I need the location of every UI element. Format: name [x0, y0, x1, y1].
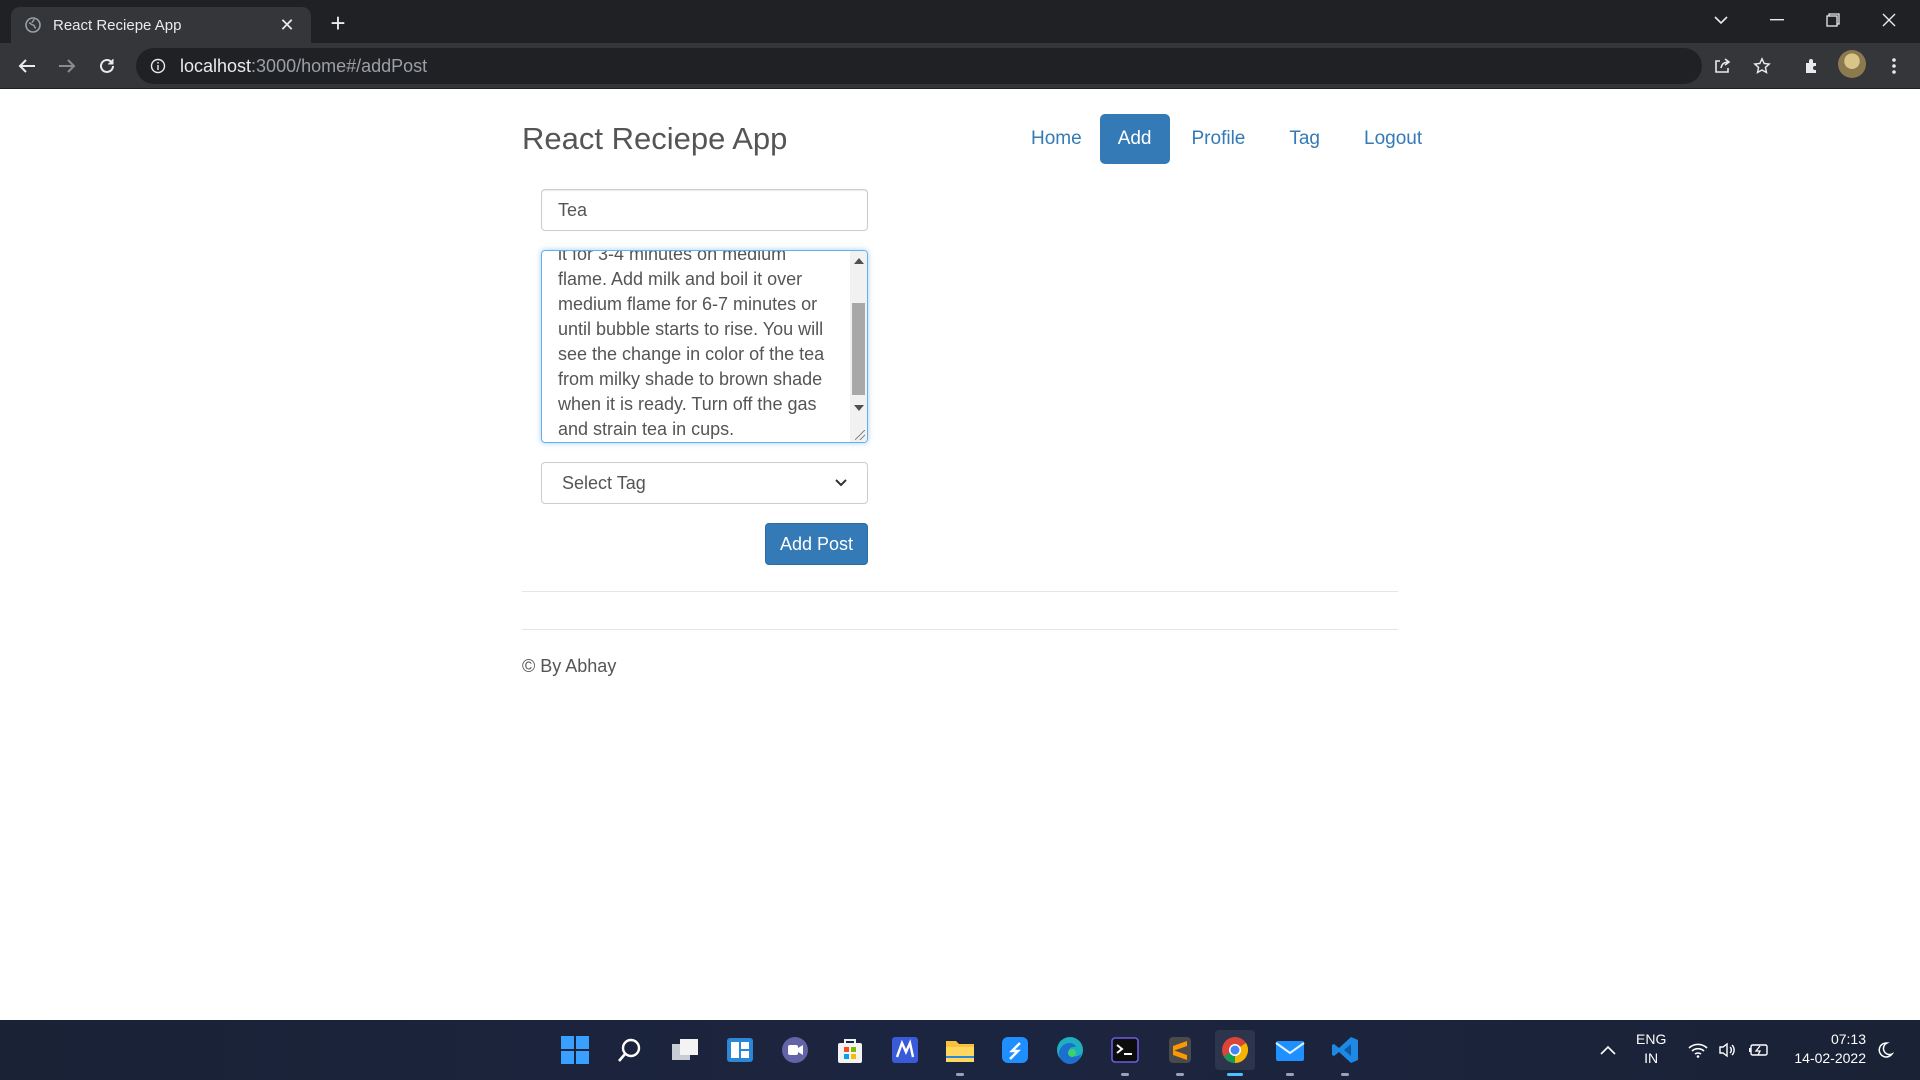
minimize-icon[interactable]: [1749, 0, 1805, 40]
chrome-menu-icon[interactable]: [1878, 50, 1910, 82]
add-post-button[interactable]: Add Post: [765, 523, 868, 565]
back-icon[interactable]: [11, 50, 43, 82]
reload-icon[interactable]: [91, 50, 123, 82]
page-viewport: React Reciepe App Home Add Profile Tag L…: [0, 89, 1920, 1020]
textarea-scrollbar[interactable]: [850, 251, 867, 442]
new-tab-icon[interactable]: +: [322, 8, 354, 40]
scroll-down-arrow-icon[interactable]: [854, 405, 864, 411]
extensions-icon[interactable]: [1796, 50, 1828, 82]
store-icon[interactable]: [830, 1030, 870, 1070]
mail-icon[interactable]: [1270, 1030, 1310, 1076]
focus-assist-icon[interactable]: [1876, 1020, 1894, 1080]
nav-add[interactable]: Add: [1099, 114, 1170, 164]
vscode-icon[interactable]: [1325, 1030, 1365, 1076]
nav-home[interactable]: Home: [1009, 114, 1104, 164]
chevron-down-icon: [835, 479, 847, 487]
show-hidden-icons[interactable]: [1600, 1020, 1616, 1080]
main-nav: Home Add Profile Tag Logout: [1009, 114, 1444, 164]
scroll-up-arrow-icon[interactable]: [854, 258, 864, 264]
edge-icon[interactable]: [1050, 1030, 1090, 1070]
bookmark-star-icon[interactable]: [1746, 50, 1778, 82]
task-view-icon[interactable]: [665, 1030, 705, 1070]
close-tab-icon[interactable]: ✕: [277, 15, 297, 36]
wifi-icon[interactable]: [1688, 1020, 1708, 1080]
nav-tag[interactable]: Tag: [1267, 114, 1342, 164]
chrome-icon[interactable]: [1215, 1030, 1255, 1076]
address-bar[interactable]: localhost:3000/home#/addPost: [136, 48, 1702, 84]
url-host: localhost: [180, 55, 252, 76]
url-path: :3000/home#/addPost: [251, 55, 428, 76]
app-brand[interactable]: React Reciepe App: [522, 121, 787, 157]
app-m-icon[interactable]: [885, 1030, 925, 1070]
nav-profile[interactable]: Profile: [1170, 114, 1268, 164]
site-info-icon[interactable]: [150, 58, 166, 74]
volume-icon[interactable]: [1718, 1020, 1738, 1080]
footer-credit: © By Abhay: [522, 656, 617, 676]
share-icon[interactable]: [1706, 50, 1738, 82]
search-icon[interactable]: [610, 1030, 650, 1070]
scrollbar-thumb[interactable]: [852, 303, 865, 395]
browser-tab[interactable]: React Reciepe App ✕: [11, 7, 311, 43]
description-text: it for 3-4 minutes on medium flame. Add …: [558, 250, 825, 439]
start-icon[interactable]: [555, 1030, 595, 1070]
tag-select-value: Select Tag: [562, 472, 646, 493]
tab-title: React Reciepe App: [53, 16, 182, 34]
browser-tab-strip: React Reciepe App ✕ +: [0, 0, 1920, 43]
language-indicator[interactable]: ENG IN: [1636, 1030, 1666, 1068]
nav-logout[interactable]: Logout: [1342, 114, 1444, 164]
sync-app-icon[interactable]: [995, 1030, 1035, 1070]
close-window-icon[interactable]: [1861, 0, 1917, 40]
profile-avatar[interactable]: [1838, 50, 1866, 78]
teams-chat-icon[interactable]: [775, 1030, 815, 1070]
restore-icon[interactable]: [1805, 0, 1861, 40]
browser-toolbar: localhost:3000/home#/addPost: [0, 43, 1920, 89]
system-clock[interactable]: 07:13 14-02-2022: [1784, 1030, 1866, 1068]
description-textarea[interactable]: it for 3-4 minutes on medium flame. Add …: [541, 250, 868, 443]
file-explorer-icon[interactable]: [940, 1030, 980, 1076]
globe-icon: [25, 17, 41, 33]
resize-handle-icon[interactable]: [855, 430, 865, 440]
divider: [522, 629, 1398, 630]
tab-search-icon[interactable]: [1693, 0, 1749, 40]
taskbar: ENG IN 07:13 14-02-2022: [0, 1020, 1920, 1080]
terminal-icon[interactable]: [1105, 1030, 1145, 1076]
title-input[interactable]: [541, 189, 868, 231]
divider: [522, 591, 1398, 592]
sublime-icon[interactable]: [1160, 1030, 1200, 1076]
tag-select[interactable]: Select Tag: [541, 462, 868, 504]
widgets-icon[interactable]: [720, 1030, 760, 1070]
forward-icon[interactable]: [51, 50, 83, 82]
battery-icon[interactable]: [1748, 1020, 1770, 1080]
